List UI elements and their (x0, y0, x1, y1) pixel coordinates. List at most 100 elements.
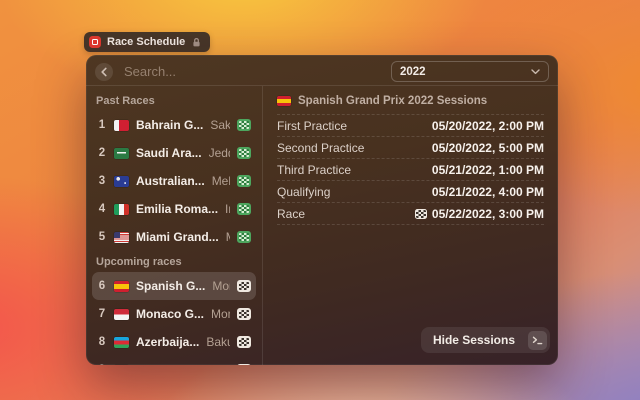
green-checkered-flag-icon (237, 175, 251, 187)
checkered-flag-icon (237, 364, 251, 365)
session-label: Qualifying (277, 185, 330, 199)
race-subtitle: Monte-Carl... (211, 307, 230, 321)
race-index: 7 (97, 308, 107, 320)
session-label: Race (277, 207, 305, 221)
race-list-item-bahrain[interactable]: 1 Bahrain G... Sakhir, Bahr... (92, 111, 256, 139)
search-toolbar: 2022 (86, 55, 558, 85)
spain-flag-icon (114, 281, 129, 292)
australia-flag-icon (114, 176, 129, 187)
race-list-item-italy[interactable]: 4 Emilia Roma... Imola, Italy (92, 195, 256, 223)
lock-icon (191, 37, 202, 48)
session-row: Second Practice 05/20/2022, 5:00 PM (277, 136, 544, 158)
green-checkered-flag-icon (237, 147, 251, 159)
race-index: 4 (97, 203, 107, 215)
section-title: Past Races (92, 90, 256, 111)
race-schedule-window: 2022 Past Races 1 Bahrain G... Sakhir, Bahr… (86, 55, 558, 365)
canada-flag-icon (114, 365, 129, 366)
race-subtitle: Melbourne,... (212, 174, 230, 188)
session-datetime: 05/21/2022, 4:00 PM (432, 185, 544, 199)
session-datetime: 05/20/2022, 5:00 PM (432, 141, 544, 155)
spain-flag-icon (277, 96, 291, 106)
race-list-item-saudi-arabia[interactable]: 2 Saudi Ara... Jeddah, Sa... (92, 139, 256, 167)
saudi-arabia-flag-icon (114, 148, 129, 159)
usa-flag-icon (114, 232, 129, 243)
session-row: Race 05/22/2022, 3:00 PM (277, 202, 544, 225)
chevron-left-icon (100, 67, 108, 77)
checkered-flag-icon (237, 336, 251, 348)
session-row: First Practice 05/20/2022, 2:00 PM (277, 114, 544, 136)
green-checkered-flag-icon (237, 203, 251, 215)
session-value: 05/22/2022, 3:00 PM (415, 207, 544, 221)
sessions-table: First Practice 05/20/2022, 2:00 PM Second … (263, 114, 558, 225)
terminal-prompt-icon (532, 336, 543, 345)
azerbaijan-flag-icon (114, 337, 129, 348)
green-checkered-flag-icon (237, 231, 251, 243)
session-value: 05/20/2022, 5:00 PM (432, 141, 544, 155)
sessions-title: Spanish Grand Prix 2022 Sessions (298, 95, 487, 107)
checkered-flag-icon (237, 280, 251, 292)
race-index: 9 (97, 364, 107, 365)
session-value: 05/20/2022, 2:00 PM (432, 119, 544, 133)
race-title: Azerbaija... (136, 335, 199, 349)
search-input[interactable] (122, 63, 382, 80)
back-button[interactable] (95, 63, 113, 81)
bahrain-flag-icon (114, 120, 129, 131)
year-dropdown[interactable]: 2022 (391, 61, 549, 82)
chevron-down-icon (531, 69, 540, 75)
hide-sessions-button[interactable]: Hide Sessions (424, 330, 524, 350)
race-index: 6 (97, 280, 107, 292)
session-datetime: 05/20/2022, 2:00 PM (432, 119, 544, 133)
sessions-header: Spanish Grand Prix 2022 Sessions (263, 86, 558, 114)
green-checkered-flag-icon (237, 119, 251, 131)
race-index: 8 (97, 336, 107, 348)
race-index: 2 (97, 147, 107, 159)
race-title: Canadian... (136, 363, 200, 365)
year-dropdown-value: 2022 (400, 66, 426, 78)
race-title: Emilia Roma... (136, 202, 218, 216)
session-row: Third Practice 05/21/2022, 1:00 PM (277, 158, 544, 180)
action-bar: Hide Sessions (421, 327, 550, 353)
race-list: Past Races 1 Bahrain G... Sakhir, Bahr... 2 S… (86, 86, 262, 365)
race-subtitle: Imola, Italy (225, 202, 230, 216)
race-list-item-monaco[interactable]: 7 Monaco G... Monte-Carl... (92, 300, 256, 328)
race-list-item-spain[interactable]: 6 Spanish G... Montmeló,... (92, 272, 256, 300)
race-list-item-azerbaijan[interactable]: 8 Azerbaija... Baku, Azerb... (92, 328, 256, 356)
checkered-flag-icon (415, 209, 427, 219)
race-index: 1 (97, 119, 107, 131)
race-title: Monaco G... (136, 307, 204, 321)
session-label: Third Practice (277, 163, 351, 177)
desktop-background: Race Schedule 2022 Pas (0, 0, 640, 400)
shortcut-key-badge[interactable] (528, 331, 547, 350)
session-label: Second Practice (277, 141, 364, 155)
section-title: Upcoming races (92, 251, 256, 272)
race-index: 5 (97, 231, 107, 243)
session-label: First Practice (277, 119, 347, 133)
italy-flag-icon (114, 204, 129, 215)
race-subtitle: Montreal, C... (207, 363, 230, 365)
race-subtitle: Jeddah, Sa... (209, 146, 230, 160)
race-subtitle: Montmeló,... (212, 279, 230, 293)
session-datetime: 05/22/2022, 3:00 PM (432, 207, 544, 221)
race-subtitle: Sakhir, Bahr... (210, 118, 230, 132)
race-index: 3 (97, 175, 107, 187)
sessions-panel: Spanish Grand Prix 2022 Sessions First P… (263, 86, 558, 365)
race-subtitle: Miami, USA (226, 230, 230, 244)
session-row: Qualifying 05/21/2022, 4:00 PM (277, 180, 544, 202)
race-list-item-australia[interactable]: 3 Australian... Melbourne,... (92, 167, 256, 195)
checkered-flag-icon (237, 308, 251, 320)
race-list-item-canada[interactable]: 9 Canadian... Montreal, C... (92, 356, 256, 365)
race-title: Saudi Ara... (136, 146, 202, 160)
race-title: Miami Grand... (136, 230, 219, 244)
race-title: Bahrain G... (136, 118, 203, 132)
race-title: Spanish G... (136, 279, 205, 293)
session-value: 05/21/2022, 1:00 PM (432, 163, 544, 177)
race-list-item-usa[interactable]: 5 Miami Grand... Miami, USA (92, 223, 256, 251)
window-tag[interactable]: Race Schedule (84, 32, 210, 52)
monaco-flag-icon (114, 309, 129, 320)
race-schedule-extension-icon (89, 36, 101, 48)
session-value: 05/21/2022, 4:00 PM (432, 185, 544, 199)
tag-label: Race Schedule (107, 36, 185, 48)
race-subtitle: Baku, Azerb... (206, 335, 230, 349)
session-datetime: 05/21/2022, 1:00 PM (432, 163, 544, 177)
race-title: Australian... (136, 174, 205, 188)
